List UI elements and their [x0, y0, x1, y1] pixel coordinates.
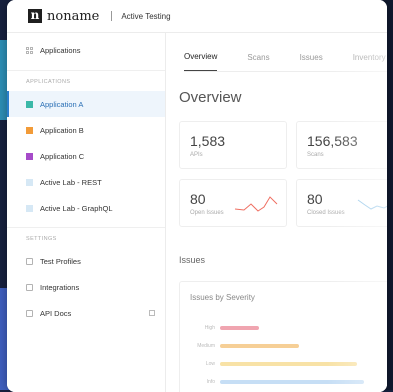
sidebar-item-label: Integrations	[40, 282, 80, 292]
sidebar-item-label: Active Lab - GraphQL	[40, 203, 113, 213]
severity-bar-row: Medium	[180, 343, 299, 349]
tab-scans[interactable]: Scans	[247, 53, 269, 71]
page-title: Overview	[179, 89, 242, 106]
severity-label: Info	[206, 379, 215, 385]
severity-bar-row: Low	[180, 361, 357, 367]
severity-bar[interactable]	[220, 380, 364, 384]
stat-value: 80	[190, 191, 206, 207]
stat-label: Closed Issues	[307, 210, 345, 216]
sidebar: Applications APPLICATIONS Application A …	[7, 33, 166, 392]
tab-inventory[interactable]: Inventory	[353, 53, 386, 71]
main-content: Overview Scans Issues Inventory Overview…	[166, 33, 387, 392]
sidebar-item-active-lab-rest[interactable]: Active Lab - REST	[7, 169, 165, 195]
sidebar-item-application-b[interactable]: Application B	[7, 117, 165, 143]
context-label: Active Testing	[121, 11, 171, 21]
sidebar-item-label: Application A	[40, 99, 84, 109]
app-color-icon	[26, 178, 33, 186]
grid-icon	[26, 47, 33, 54]
sidebar-item-application-a[interactable]: Application A	[7, 91, 165, 117]
divider	[7, 70, 165, 71]
stat-card-closed-issues[interactable]: 80 Closed Issues	[296, 179, 387, 227]
severity-bar-row: Info	[180, 379, 364, 385]
integrations-icon	[26, 283, 33, 291]
stat-label: Open Issues	[190, 210, 224, 216]
docs-icon	[26, 309, 33, 317]
sidebar-item-api-docs[interactable]: API Docs	[7, 300, 165, 326]
stat-label: APIs	[190, 152, 203, 158]
tab-bar: Overview Scans Issues Inventory	[184, 33, 387, 72]
profiles-icon	[26, 257, 33, 265]
sidebar-item-applications[interactable]: Applications	[7, 37, 165, 64]
severity-label: Low	[205, 361, 215, 367]
app-window: n noname Active Testing Applications APP…	[7, 0, 387, 392]
stat-card-apis[interactable]: 1,583 APIs	[179, 121, 287, 169]
sidebar-item-label: Application B	[40, 125, 84, 135]
sidebar-item-label: API Docs	[40, 308, 72, 318]
external-link-icon	[149, 310, 155, 316]
stat-card-open-issues[interactable]: 80 Open Issues	[179, 179, 287, 227]
stat-card-scans[interactable]: 156,583 Scans	[296, 121, 387, 169]
stat-value: 156,583	[307, 133, 358, 149]
sidebar-item-label: Active Lab - REST	[40, 177, 102, 187]
sidebar-item-label: Application C	[40, 151, 85, 161]
severity-label: High	[204, 325, 215, 331]
card-title: Issues by Severity	[190, 293, 255, 302]
section-label-settings: SETTINGS	[26, 236, 57, 242]
severity-label: Medium	[197, 343, 215, 349]
sidebar-item-test-profiles[interactable]: Test Profiles	[7, 248, 165, 274]
stat-value: 1,583	[190, 133, 226, 149]
app-color-icon	[26, 204, 33, 212]
divider	[7, 227, 165, 228]
sidebar-item-active-lab-graphql[interactable]: Active Lab - GraphQL	[7, 195, 165, 221]
stat-value: 80	[307, 191, 323, 207]
severity-chart-card: Issues by Severity High Medium Low Info	[179, 281, 387, 392]
logo-icon[interactable]: n	[28, 9, 42, 23]
sparkline-closed-issues	[357, 199, 387, 210]
app-color-icon	[26, 100, 33, 108]
app-color-icon	[26, 152, 33, 160]
severity-bar[interactable]	[220, 362, 357, 366]
severity-bar[interactable]	[220, 326, 259, 330]
sidebar-item-label: Applications	[40, 46, 81, 55]
brand-name: noname	[47, 8, 100, 24]
sparkline-open-issues	[234, 196, 278, 212]
sidebar-item-integrations[interactable]: Integrations	[7, 274, 165, 300]
severity-bar-row: High	[180, 325, 259, 331]
divider	[111, 11, 113, 21]
stat-label: Scans	[307, 152, 324, 158]
tab-overview[interactable]: Overview	[184, 52, 218, 71]
section-label-applications: APPLICATIONS	[26, 79, 71, 85]
app-color-icon	[26, 126, 33, 134]
top-bar: n noname Active Testing	[7, 0, 387, 33]
severity-bar[interactable]	[220, 344, 299, 348]
sidebar-item-label: Test Profiles	[40, 256, 81, 266]
tab-issues[interactable]: Issues	[300, 53, 323, 71]
section-heading-issues: Issues	[179, 255, 206, 265]
sidebar-item-application-c[interactable]: Application C	[7, 143, 165, 169]
